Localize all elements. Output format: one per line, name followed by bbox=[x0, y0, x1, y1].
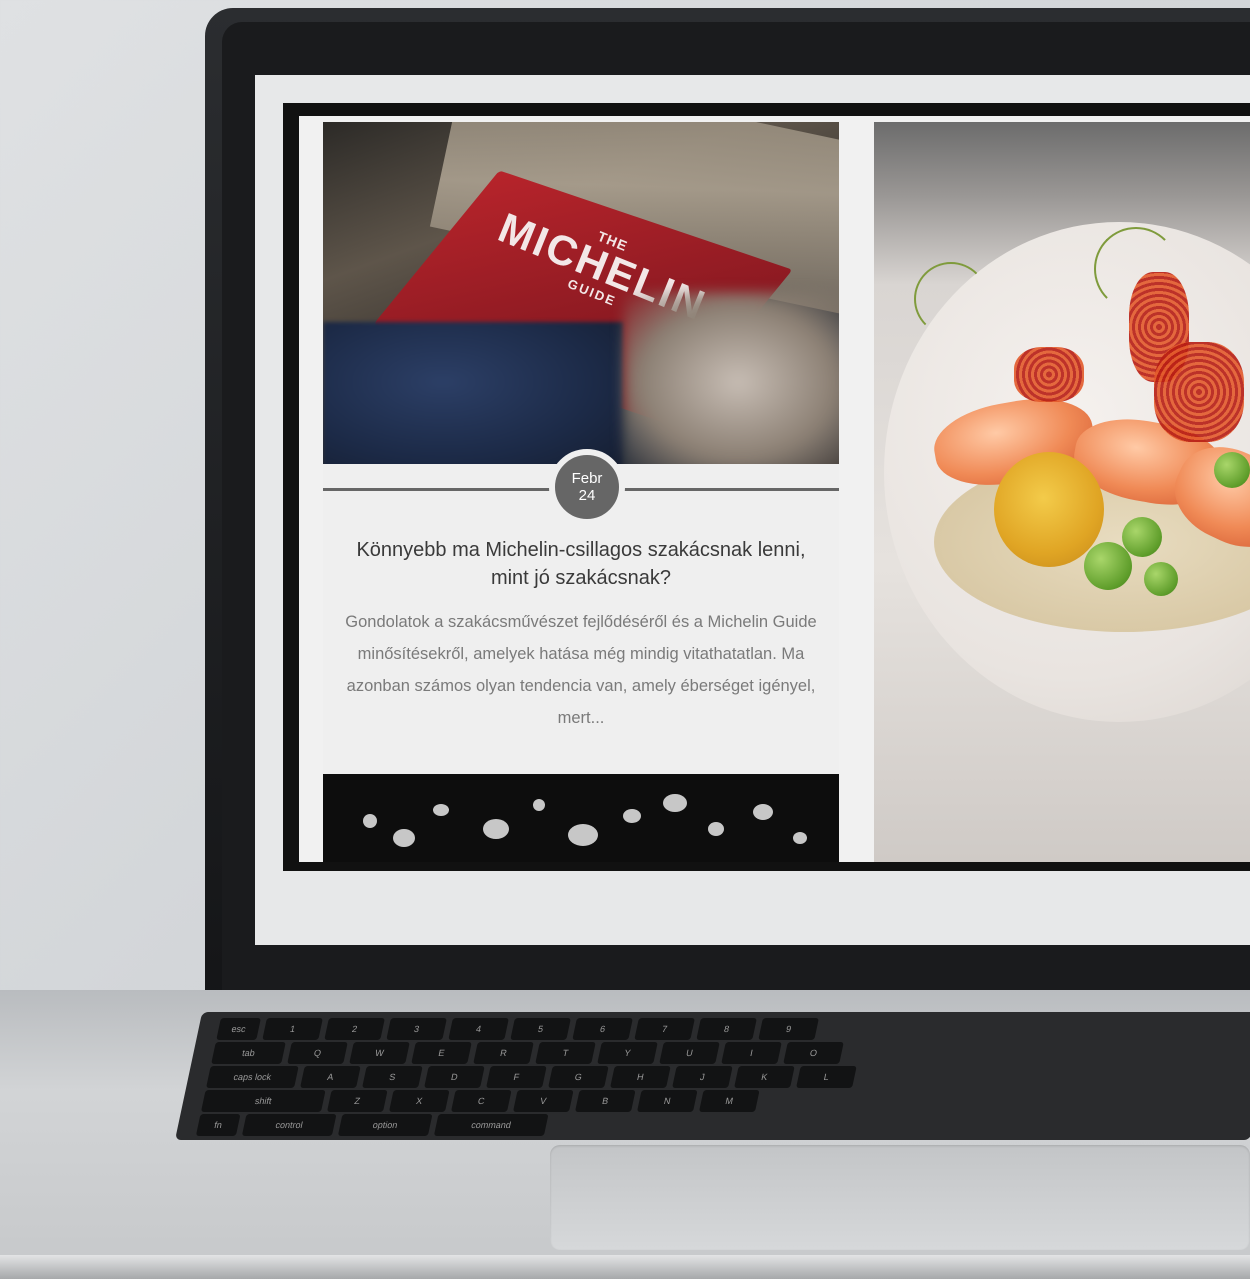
sprout bbox=[1094, 227, 1178, 311]
keyboard: esc 1 2 3 4 5 6 7 8 9 tab Q W E R T Y U … bbox=[175, 1012, 1250, 1140]
blurred-hand bbox=[623, 292, 839, 464]
blurred-sleeve bbox=[323, 322, 623, 464]
key[interactable]: I bbox=[721, 1042, 782, 1064]
caviar bbox=[994, 452, 1104, 567]
key[interactable]: X bbox=[388, 1090, 450, 1112]
red-tuile bbox=[1154, 342, 1244, 442]
key[interactable]: Z bbox=[326, 1090, 388, 1112]
key[interactable]: E bbox=[411, 1042, 472, 1064]
laptop-front-edge bbox=[0, 1255, 1250, 1279]
key[interactable]: O bbox=[783, 1042, 844, 1064]
pea bbox=[1214, 452, 1250, 488]
key[interactable]: L bbox=[796, 1066, 857, 1088]
key[interactable]: R bbox=[473, 1042, 534, 1064]
key-fn[interactable]: fn bbox=[195, 1114, 241, 1136]
key[interactable]: F bbox=[486, 1066, 547, 1088]
key[interactable]: B bbox=[574, 1090, 636, 1112]
key[interactable]: J bbox=[672, 1066, 733, 1088]
date-day: 24 bbox=[578, 487, 596, 504]
key-option[interactable]: option bbox=[337, 1114, 433, 1136]
key-command[interactable]: command bbox=[433, 1114, 549, 1136]
key[interactable]: Y bbox=[597, 1042, 658, 1064]
key[interactable]: S bbox=[362, 1066, 423, 1088]
key[interactable]: 8 bbox=[696, 1018, 757, 1040]
key[interactable]: 6 bbox=[572, 1018, 633, 1040]
dish-photo[interactable] bbox=[874, 122, 1250, 862]
next-article-image[interactable] bbox=[323, 774, 839, 862]
date-badge: Febr 24 bbox=[549, 449, 625, 525]
key[interactable]: U bbox=[659, 1042, 720, 1064]
key[interactable]: A bbox=[300, 1066, 361, 1088]
trackpad[interactable] bbox=[550, 1145, 1250, 1250]
key[interactable]: H bbox=[610, 1066, 671, 1088]
key[interactable]: G bbox=[548, 1066, 609, 1088]
key-shift[interactable]: shift bbox=[200, 1090, 326, 1112]
key[interactable]: D bbox=[424, 1066, 485, 1088]
key[interactable]: 9 bbox=[758, 1018, 819, 1040]
key-esc[interactable]: esc bbox=[216, 1018, 261, 1040]
key[interactable]: M bbox=[698, 1090, 760, 1112]
key[interactable]: N bbox=[636, 1090, 698, 1112]
key-control[interactable]: control bbox=[241, 1114, 337, 1136]
red-tuile bbox=[1014, 347, 1084, 402]
key[interactable]: T bbox=[535, 1042, 596, 1064]
key[interactable]: 4 bbox=[448, 1018, 509, 1040]
pea bbox=[1144, 562, 1178, 596]
key[interactable]: K bbox=[734, 1066, 795, 1088]
key[interactable]: 3 bbox=[386, 1018, 447, 1040]
pea bbox=[1122, 517, 1162, 557]
key-caps-lock[interactable]: caps lock bbox=[206, 1066, 299, 1088]
key[interactable]: 5 bbox=[510, 1018, 571, 1040]
key[interactable]: Q bbox=[287, 1042, 348, 1064]
key[interactable]: C bbox=[450, 1090, 512, 1112]
pea bbox=[1084, 542, 1132, 590]
blog-grid: THE MICHELIN GUIDE Febr 24 Könnyebb ma M… bbox=[299, 116, 1250, 862]
article-image[interactable]: THE MICHELIN GUIDE bbox=[323, 122, 839, 464]
article-card[interactable]: THE MICHELIN GUIDE Febr 24 Könnyebb ma M… bbox=[323, 122, 839, 862]
key[interactable]: 1 bbox=[262, 1018, 323, 1040]
article-title[interactable]: Könnyebb ma Michelin-csillagos szakácsna… bbox=[341, 536, 821, 592]
key[interactable]: 2 bbox=[324, 1018, 385, 1040]
key[interactable]: W bbox=[349, 1042, 410, 1064]
key-tab[interactable]: tab bbox=[211, 1042, 286, 1064]
article-excerpt: Gondolatok a szakácsművészet fejlődésérő… bbox=[345, 613, 817, 727]
sprout bbox=[914, 262, 988, 336]
key[interactable]: V bbox=[512, 1090, 574, 1112]
key[interactable]: 7 bbox=[634, 1018, 695, 1040]
date-month: Febr bbox=[571, 470, 603, 487]
